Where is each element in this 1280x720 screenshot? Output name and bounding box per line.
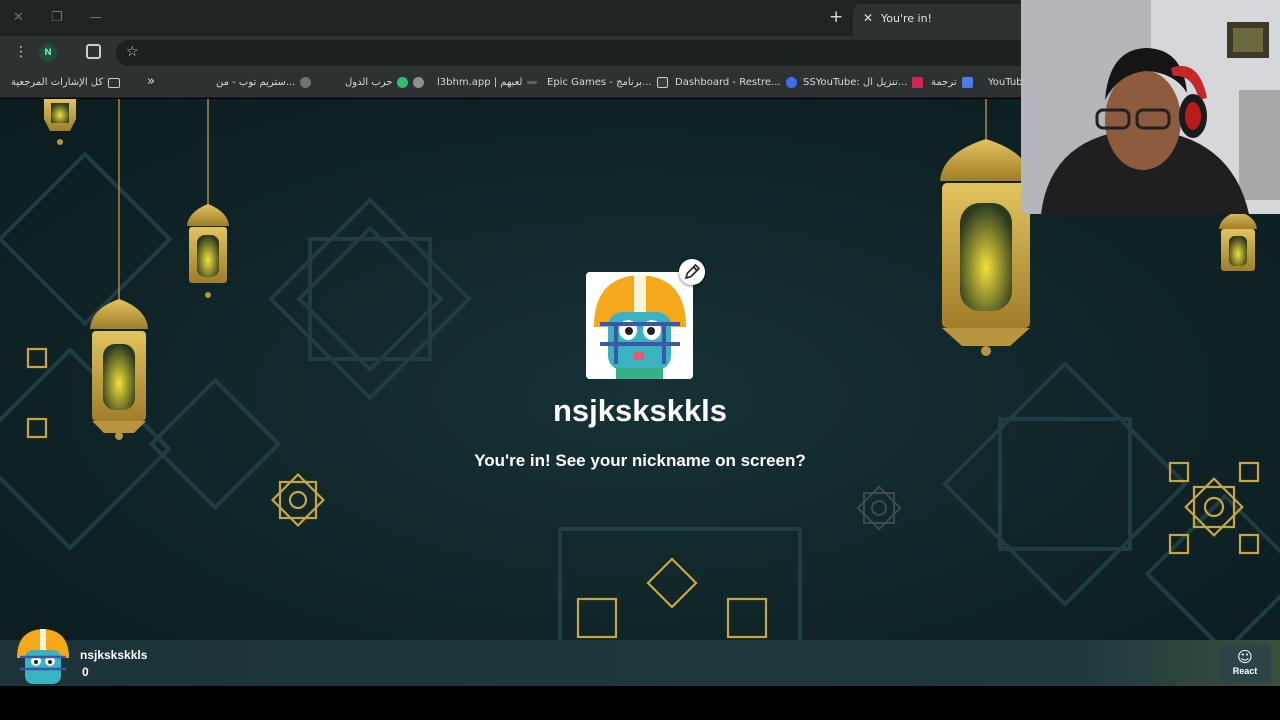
profile-avatar[interactable]: N (39, 44, 57, 62)
extensions-icon[interactable] (86, 44, 101, 59)
bookmark-label: l3bhm.app | لعبهم (437, 77, 523, 88)
globe-icon (300, 77, 312, 88)
screen: ✕ ❐ — + ✕ You're in! ⋮ N ☆ كل الإشارات ا… (0, 0, 1280, 720)
bookmark-item[interactable]: Epic Games - برنامج... (547, 77, 668, 88)
player-score: 0 (82, 665, 89, 679)
streamer-webcam-image (1021, 0, 1280, 214)
bookmark-label: Dashboard - Restre... (675, 77, 781, 88)
bookmarks-overflow-chevron-icon[interactable]: » (147, 74, 155, 89)
new-tab-plus-icon[interactable]: + (829, 7, 843, 27)
globe-icon (413, 77, 425, 88)
lantern-right (940, 139, 1032, 356)
bookmark-item[interactable]: l3bhm.app | لعبهم (437, 77, 538, 88)
football-helmet-avatar-icon (17, 629, 69, 684)
address-bar[interactable]: ☆ (116, 40, 1036, 66)
translate-icon (961, 77, 973, 88)
tab-close-icon[interactable]: ✕ (863, 11, 873, 25)
bookmark-label: ترجمة (931, 77, 957, 88)
react-button[interactable]: ☺ React (1219, 645, 1271, 682)
edit-avatar-button[interactable] (679, 259, 705, 285)
window-close-icon[interactable]: ✕ (13, 10, 24, 25)
bookmark-item[interactable]: ستريم توب - من... (216, 77, 312, 88)
bookmark-label: SSYouTube: تنزيل ال... (803, 77, 908, 88)
webcam-overlay (1021, 0, 1280, 214)
bookmark-label: Epic Games - برنامج... (547, 77, 652, 88)
football-helmet-avatar-icon (586, 272, 693, 379)
site-favicon-icon (397, 77, 409, 88)
ssyoutube-icon (912, 77, 924, 88)
player-name: nsjkskskkls (80, 648, 148, 662)
pencil-icon (684, 263, 701, 280)
bookmark-label: كل الإشارات المرجعية (11, 77, 104, 88)
site-favicon-icon (527, 81, 538, 84)
bookmark-item[interactable]: SSYouTube: تنزيل ال... (803, 77, 924, 88)
letterbox-bar (0, 686, 1280, 720)
window-minimize-icon[interactable]: — (89, 10, 102, 25)
bookmark-item[interactable]: ترجمة (931, 77, 973, 88)
status-message: You're in! See your nickname on screen? (474, 451, 806, 470)
bookmark-star-icon[interactable]: ☆ (126, 44, 139, 60)
bookmark-label: حرب الدول (345, 77, 393, 88)
lantern-left (90, 299, 148, 440)
tab-active[interactable]: ✕ You're in! (853, 4, 1033, 36)
window-restore-icon[interactable]: ❐ (51, 10, 63, 25)
lantern-left-top (44, 99, 76, 145)
player-nickname: nsjkskskkls (552, 393, 728, 428)
player-avatar-small (15, 628, 71, 686)
react-label: React (1232, 666, 1258, 676)
bookmark-item[interactable]: Dashboard - Restre... (675, 77, 797, 88)
tab-title: You're in! (881, 12, 932, 25)
lantern-mid-left (187, 204, 229, 298)
bookmark-label: ستريم توب - من... (216, 77, 296, 88)
browser-menu-icon[interactable]: ⋮ (14, 44, 28, 60)
bookmark-all[interactable]: كل الإشارات المرجعية (11, 77, 121, 88)
add-reaction-icon: ☺ (1237, 648, 1253, 666)
epic-games-icon (656, 77, 668, 88)
player-bottom-bar: nsjkskskkls 0 ☺ React (0, 629, 1280, 686)
bookmark-item[interactable]: حرب الدول (345, 77, 425, 88)
player-avatar (586, 272, 693, 379)
lantern-far-right (1219, 211, 1257, 271)
folder-icon (108, 77, 121, 88)
restream-icon (785, 77, 797, 88)
